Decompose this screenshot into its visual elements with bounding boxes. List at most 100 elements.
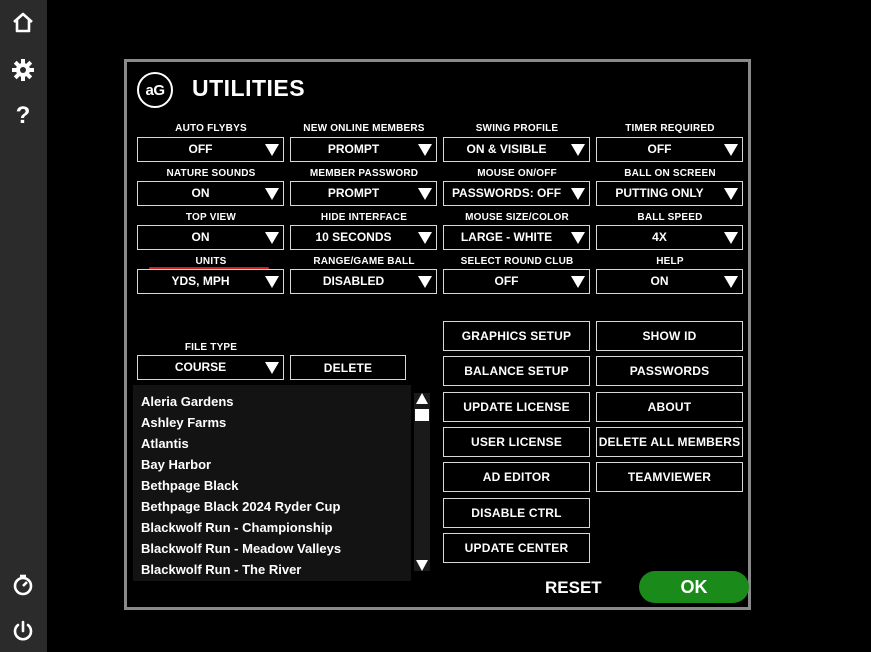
setting-label-hide-interface: HIDE INTERFACE [320,212,408,223]
select-value: COURSE [174,360,227,374]
setting-label-mouse-on-off: MOUSE ON/OFF [477,168,557,179]
course-list[interactable]: Aleria Gardens Ashley Farms Atlantis Bay… [133,385,411,581]
setting-label-help: HELP [656,256,684,267]
select-value: OFF [188,142,213,156]
setting-label-member-password: MEMBER PASSWORD [309,168,419,179]
setting-label-new-online-members: NEW ONLINE MEMBERS [303,123,425,134]
balance-setup-button[interactable]: BALANCE SETUP [443,356,590,386]
select-value: OFF [494,274,519,288]
dropdown-arrow-icon [724,188,738,200]
list-item[interactable]: Bethpage Black [141,478,239,493]
select-value: ON [650,274,669,288]
dropdown-arrow-icon [418,276,432,288]
swing-profile-select[interactable]: ON & VISIBLE [443,137,590,162]
select-value: ON & VISIBLE [466,142,547,156]
dropdown-arrow-icon [571,144,585,156]
sidebar: ? [0,0,47,652]
user-license-button[interactable]: USER LICENSE [443,427,590,457]
help-icon[interactable]: ? [8,101,38,131]
power-icon[interactable] [8,616,38,646]
list-item[interactable]: Blackwolf Run - The River [141,562,301,577]
ball-on-screen-select[interactable]: PUTTING ONLY [596,181,743,206]
setting-label-auto-flybys: AUTO FLYBYS [175,123,247,134]
graphics-setup-button[interactable]: GRAPHICS SETUP [443,321,590,351]
select-value: OFF [647,142,672,156]
select-value: PUTTING ONLY [615,186,704,200]
dropdown-arrow-icon [724,144,738,156]
select-value: ON [191,186,210,200]
list-item[interactable]: Blackwolf Run - Meadow Valleys [141,541,341,556]
setting-label-swing-profile: SWING PROFILE [475,123,559,134]
setting-label-ball-on-screen: BALL ON SCREEN [624,168,716,179]
show-id-button[interactable]: SHOW ID [596,321,743,351]
teamviewer-button[interactable]: TEAMVIEWER [596,462,743,492]
list-item[interactable]: Atlantis [141,436,189,451]
gear-icon[interactable] [8,55,38,85]
setting-label-nature-sounds: NATURE SOUNDS [166,168,256,179]
dropdown-arrow-icon [265,144,279,156]
setting-label-select-round-club: SELECT ROUND CLUB [460,256,574,267]
delete-all-members-button[interactable]: DELETE ALL MEMBERS [596,427,743,457]
nature-sounds-select[interactable]: ON [137,181,284,206]
units-select[interactable]: YDS, MPH [137,269,284,294]
list-item[interactable]: Bethpage Black 2024 Ryder Cup [141,499,340,514]
hide-interface-select[interactable]: 10 SECONDS [290,225,437,250]
select-value: 10 SECONDS [315,230,392,244]
list-item[interactable]: Aleria Gardens [141,394,234,409]
file-type-select[interactable]: COURSE [137,355,284,380]
dropdown-arrow-icon [265,362,279,374]
ball-speed-select[interactable]: 4X [596,225,743,250]
select-value: ON [191,230,210,244]
dropdown-arrow-icon [418,144,432,156]
new-online-members-select[interactable]: PROMPT [290,137,437,162]
dropdown-arrow-icon [265,188,279,200]
top-view-select[interactable]: ON [137,225,284,250]
dropdown-arrow-icon [571,188,585,200]
list-item[interactable]: Ashley Farms [141,415,226,430]
about-button[interactable]: ABOUT [596,392,743,422]
update-center-button[interactable]: UPDATE CENTER [443,533,590,563]
select-value: 4X [652,230,667,244]
setting-label-timer-required: TIMER REQUIRED [625,123,715,134]
dropdown-arrow-icon [724,232,738,244]
reset-button[interactable]: RESET [545,578,602,598]
delete-button[interactable]: DELETE [290,355,406,380]
dropdown-arrow-icon [724,276,738,288]
help-select[interactable]: ON [596,269,743,294]
passwords-button[interactable]: PASSWORDS [596,356,743,386]
home-icon[interactable] [8,8,38,38]
setting-label-top-view: TOP VIEW [185,212,237,223]
ok-button[interactable]: OK [639,571,749,603]
timer-icon[interactable] [8,570,38,600]
timer-required-select[interactable]: OFF [596,137,743,162]
disable-ctrl-button[interactable]: DISABLE CTRL [443,498,590,528]
scroll-up-arrow-icon[interactable] [416,393,428,404]
member-password-select[interactable]: PROMPT [290,181,437,206]
ad-editor-button[interactable]: AD EDITOR [443,462,590,492]
scroll-down-arrow-icon[interactable] [416,560,428,571]
range-game-ball-select[interactable]: DISABLED [290,269,437,294]
list-item[interactable]: Bay Harbor [141,457,211,472]
select-value: LARGE - WHITE [460,230,553,244]
select-value: PASSWORDS: OFF [451,186,562,200]
ag-logo: aG [137,72,173,108]
dropdown-arrow-icon [265,276,279,288]
select-round-club-select[interactable]: OFF [443,269,590,294]
dropdown-arrow-icon [418,188,432,200]
dropdown-arrow-icon [571,232,585,244]
select-value: PROMPT [327,142,380,156]
dropdown-arrow-icon [265,232,279,244]
list-item[interactable]: Blackwolf Run - Championship [141,520,332,535]
mouse-on-off-select[interactable]: PASSWORDS: OFF [443,181,590,206]
utilities-panel: aG UTILITIES AUTO FLYBYS NEW ONLINE MEMB… [124,59,751,610]
setting-label-units: UNITS [195,256,227,267]
help-glyph: ? [15,102,31,129]
scrollbar-thumb[interactable] [415,409,429,421]
select-value: DISABLED [322,274,385,288]
page-title: UTILITIES [192,75,306,101]
select-value: YDS, MPH [171,274,230,288]
auto-flybys-select[interactable]: OFF [137,137,284,162]
update-license-button[interactable]: UPDATE LICENSE [443,392,590,422]
file-type-label: FILE TYPE [184,342,238,353]
mouse-size-color-select[interactable]: LARGE - WHITE [443,225,590,250]
